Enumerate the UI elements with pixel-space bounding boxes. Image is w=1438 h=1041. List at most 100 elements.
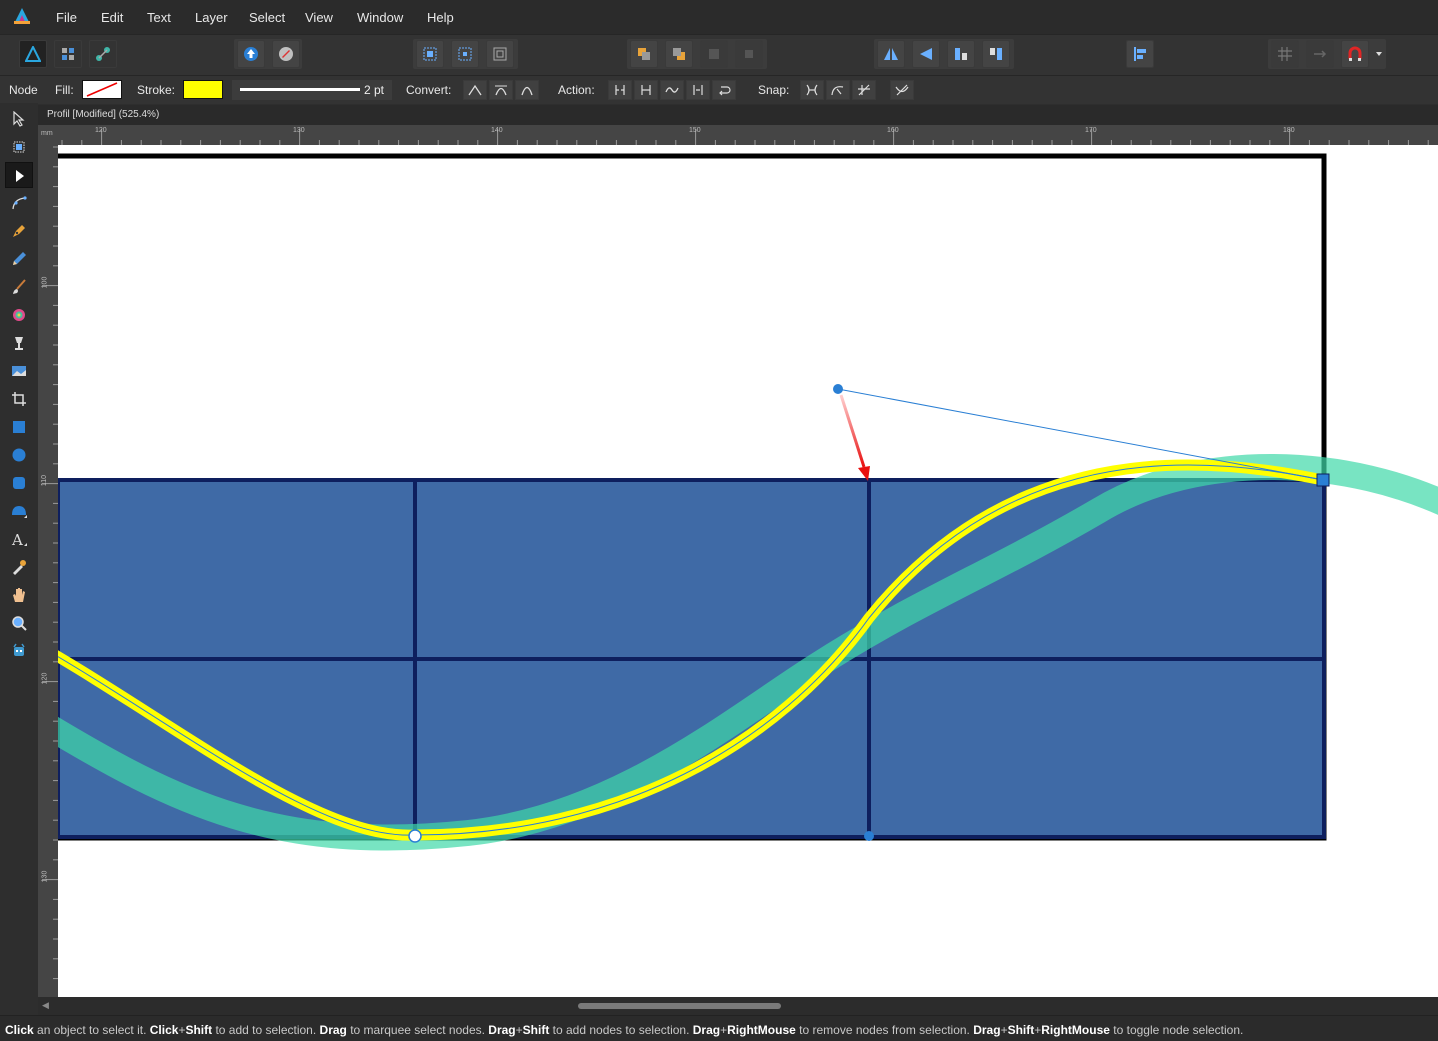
status-text-segment: + (1000, 1023, 1008, 1037)
convert-smart-button[interactable] (515, 80, 539, 100)
menu-text[interactable]: Text (147, 10, 171, 25)
move-to-front-button[interactable] (700, 40, 728, 68)
flip-horizontal-button[interactable] (877, 40, 905, 68)
color-picker-tool[interactable] (5, 554, 33, 580)
transparency-tool[interactable] (5, 330, 33, 356)
h-tick-label: 160 (887, 127, 899, 134)
select-shape-button[interactable] (451, 40, 479, 68)
place-image-tool[interactable] (5, 358, 33, 384)
zoom-tool[interactable] (5, 610, 33, 636)
fill-swatch[interactable] (82, 80, 122, 99)
snapping-toggle-button[interactable] (1341, 40, 1369, 68)
crop-tool[interactable] (5, 386, 33, 412)
pencil-tool[interactable] (5, 246, 33, 272)
point-transform-icon (12, 196, 27, 210)
align-button[interactable] (1126, 40, 1154, 68)
break-curve-button[interactable] (608, 80, 632, 100)
ruler-origin[interactable]: mm (38, 125, 58, 145)
move-tool[interactable] (5, 106, 33, 132)
brush-tool[interactable] (5, 274, 33, 300)
status-keyword: Shift (185, 1023, 213, 1037)
ellipse-tool[interactable] (5, 442, 33, 468)
bezier-handle-point[interactable] (833, 384, 843, 394)
menu-edit[interactable]: Edit (101, 10, 123, 25)
point-transform-tool[interactable] (5, 190, 33, 216)
snap-arrow-button[interactable] (1306, 40, 1334, 68)
text-tool[interactable]: A (5, 526, 33, 552)
menu-file[interactable]: File (56, 10, 77, 25)
menu-help[interactable]: Help (427, 10, 454, 25)
document-canvas[interactable] (58, 145, 1438, 997)
join-curves-button[interactable] (686, 80, 710, 100)
designer-persona-button[interactable] (19, 40, 47, 68)
curve-node[interactable] (408, 829, 422, 843)
convert-smooth-button[interactable] (489, 80, 513, 100)
close-curve-button[interactable] (634, 80, 658, 100)
shape-tool[interactable] (5, 498, 33, 524)
selected-node[interactable] (1316, 473, 1330, 487)
smooth-curve-button[interactable] (660, 80, 684, 100)
grid-icon (1278, 47, 1292, 61)
grid-toggle-button[interactable] (1271, 40, 1299, 68)
chevron-down-icon[interactable] (1375, 50, 1383, 58)
stroke-label: Stroke: (137, 83, 176, 97)
hand-tool[interactable] (5, 582, 33, 608)
pixel-persona-button[interactable] (54, 40, 82, 68)
stroke-swatch[interactable] (183, 80, 223, 99)
crop-tool-icon (12, 392, 26, 406)
rotate-right-button[interactable] (982, 40, 1010, 68)
status-keyword: RightMouse (727, 1023, 796, 1037)
menu-window[interactable]: Window (357, 10, 403, 25)
break-curve-icon (615, 85, 625, 95)
snap-curve-icon (831, 86, 844, 96)
rounded-rect-tool[interactable] (5, 470, 33, 496)
scroll-left-arrow-icon[interactable]: ◀ (42, 1000, 49, 1011)
menu-select[interactable]: Select (249, 10, 285, 25)
curve-node[interactable] (864, 831, 874, 841)
fill-tool[interactable] (5, 302, 33, 328)
select-all-nodes-button[interactable] (416, 40, 444, 68)
reverse-curve-button[interactable] (712, 80, 736, 100)
horizontal-ruler[interactable]: 120 130 140 150 160 170 180 (58, 125, 1438, 145)
affinity-designer-logo-icon[interactable] (12, 6, 32, 26)
move-forward-button[interactable] (665, 40, 693, 68)
h-tick-label: 170 (1085, 127, 1097, 134)
align-left-icon (1134, 47, 1146, 61)
snap-handles-button[interactable] (800, 80, 824, 100)
menu-bar: File Edit Text Layer Select View Window … (0, 0, 1438, 34)
status-text-segment: to add to selection. (212, 1023, 320, 1037)
move-to-back-button[interactable] (735, 40, 763, 68)
snap-intersect-button[interactable] (890, 80, 914, 100)
node-tool[interactable] (5, 162, 33, 188)
horizontal-scrollbar[interactable]: ◀ (38, 997, 1438, 1015)
transform-mode-button[interactable] (486, 40, 514, 68)
publish-icon (279, 47, 293, 61)
artboard-tool[interactable] (5, 134, 33, 160)
rotate-left-button[interactable] (947, 40, 975, 68)
stroke-width-slider[interactable]: 2 pt (232, 80, 392, 100)
publish-button[interactable] (272, 40, 300, 68)
status-text-segment: to toggle node selection. (1109, 1023, 1244, 1037)
document-tab[interactable]: Profil [Modified] (525.4%) (38, 105, 1438, 125)
svg-text:A: A (11, 531, 23, 547)
flip-vertical-button[interactable] (912, 40, 940, 68)
v-tick-label: 120 (41, 672, 49, 685)
convert-sharp-button[interactable] (463, 80, 487, 100)
horizontal-ruler-ticks (61, 129, 1429, 145)
tool-name-label: Node (9, 83, 38, 97)
move-back-button[interactable] (630, 40, 658, 68)
rectangle-tool[interactable] (5, 414, 33, 440)
snap-curve-button[interactable] (826, 80, 850, 100)
export-persona-button[interactable] (89, 40, 117, 68)
vertical-ruler[interactable]: 100 110 120 130 (38, 145, 58, 997)
action-label: Action: (558, 83, 595, 97)
pen-tool[interactable] (5, 218, 33, 244)
menu-layer[interactable]: Layer (195, 10, 228, 25)
share-button[interactable] (237, 40, 265, 68)
assistant-tool[interactable] (5, 638, 33, 664)
scrollbar-thumb[interactable] (578, 1003, 781, 1009)
no-fill-icon (86, 82, 118, 97)
menu-view[interactable]: View (305, 10, 333, 25)
designer-persona-icon (25, 46, 41, 62)
snap-angle-button[interactable] (852, 80, 876, 100)
